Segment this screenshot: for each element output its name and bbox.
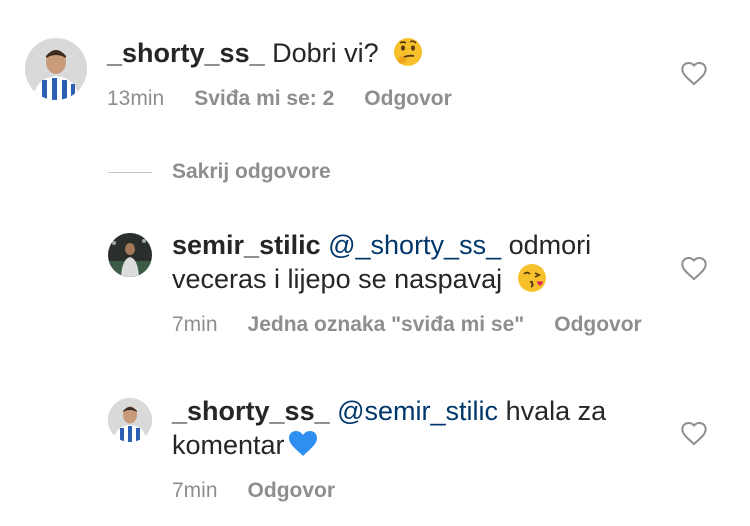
comment-username[interactable]: _shorty_ss_ (172, 396, 330, 426)
comment-message: odmori (508, 230, 592, 260)
comment-time: 7min (172, 313, 218, 336)
comment-meta: 7min Odgovor (172, 478, 335, 504)
comment-username[interactable]: semir_stilic (172, 230, 321, 260)
hide-replies-button[interactable]: Sakrij odgovore (108, 158, 331, 186)
mention-link[interactable]: @_shorty_ss_ (328, 230, 501, 260)
reply-button[interactable]: Odgovor (364, 87, 452, 110)
divider (108, 171, 152, 173)
comment-time: 7min (172, 479, 218, 502)
reply-button[interactable]: Odgovor (554, 313, 642, 336)
comment-meta: 7min Jedna oznaka "sviđa mi se" Odgovor (172, 312, 642, 338)
reply-button[interactable]: Odgovor (248, 479, 336, 502)
mention-link[interactable]: @semir_stilic (337, 396, 498, 426)
heart-outline-icon[interactable] (680, 60, 708, 86)
avatar[interactable] (25, 38, 87, 100)
face-blowing-kiss-icon (516, 262, 548, 294)
blue-heart-icon (287, 428, 319, 460)
comment-username[interactable]: _shorty_ss_ (107, 38, 265, 68)
comment-meta: 13min Sviđa mi se: 2 Odgovor (107, 86, 452, 112)
comment-text: semir_stilic @_shorty_ss_ odmori veceras… (172, 229, 591, 296)
heart-outline-icon[interactable] (680, 255, 708, 281)
avatar[interactable] (108, 398, 152, 442)
comment-message: Dobri vi? (272, 38, 379, 68)
comment-message-continued: veceras i lijepo se naspavaj (172, 264, 503, 294)
likes-count-button[interactable]: Jedna oznaka "sviđa mi se" (248, 313, 525, 336)
comment-message-continued: komentar (172, 430, 285, 460)
comment-time: 13min (107, 87, 165, 110)
likes-count-button[interactable]: Sviđa mi se: 2 (194, 87, 334, 110)
comment-message: hvala za (505, 396, 607, 426)
avatar[interactable] (108, 233, 152, 277)
heart-outline-icon[interactable] (680, 420, 708, 446)
hide-replies-label: Sakrij odgovore (172, 160, 331, 183)
comment-text: _shorty_ss_ @semir_stilic hvala za komen… (172, 395, 606, 462)
thinking-face-icon (392, 36, 424, 68)
comment-text: _shorty_ss_ Dobri vi? (107, 36, 424, 70)
